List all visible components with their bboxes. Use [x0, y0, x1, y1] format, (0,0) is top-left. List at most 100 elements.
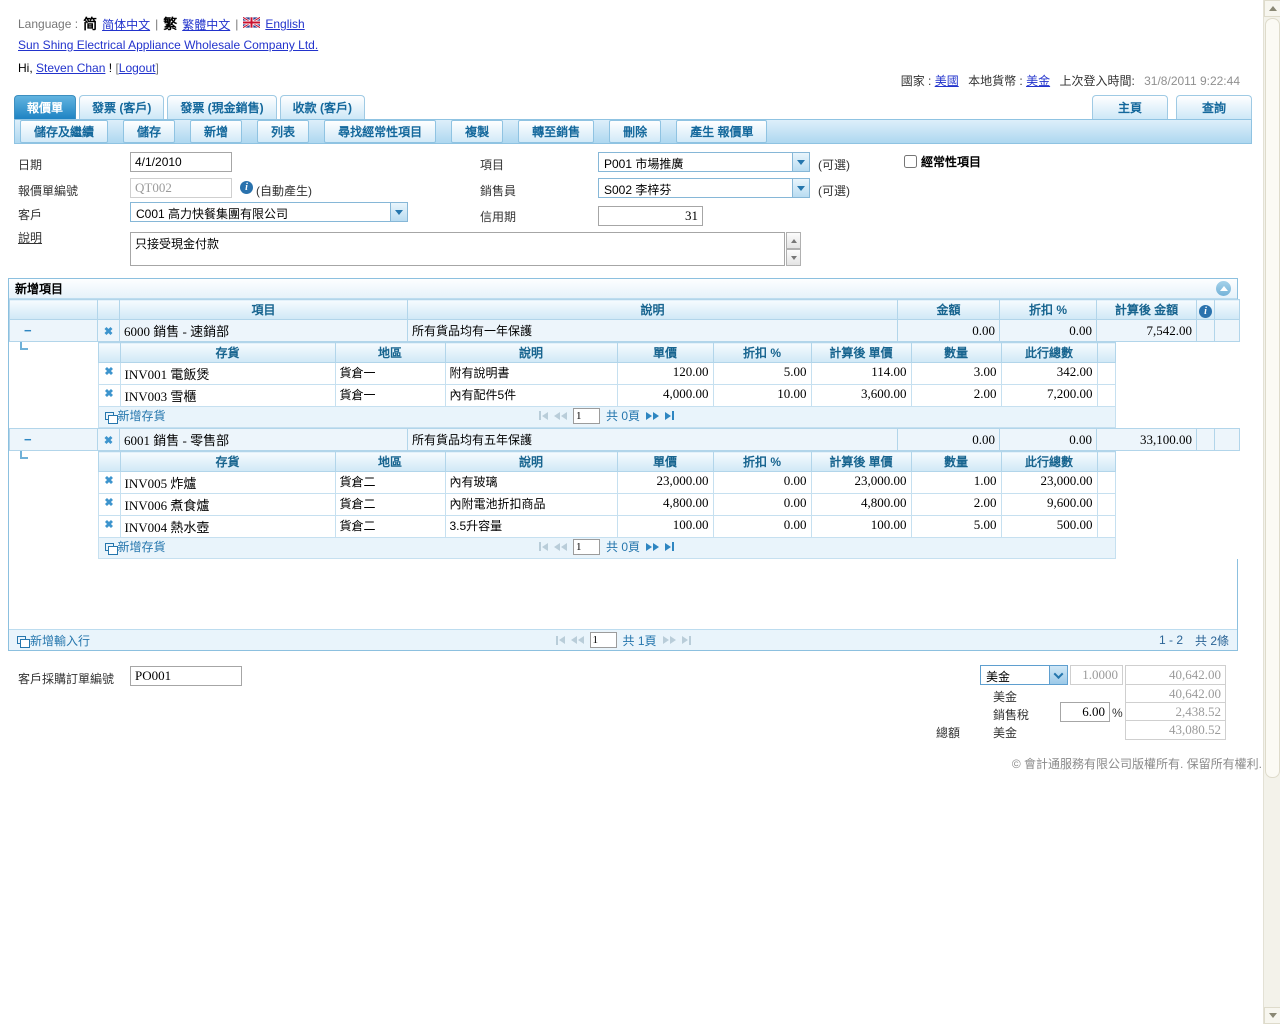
generate-quotation-button[interactable]: 產生 報價單 — [676, 120, 767, 143]
desc-cell: 3.5升容量 — [445, 516, 617, 538]
add-button[interactable]: 新增 — [190, 120, 242, 143]
group-calc-amount: 33,100.00 — [1097, 429, 1197, 451]
next-page-icon[interactable] — [663, 636, 676, 644]
stock-row: INV006 煮食爐 貨倉二 內附電池折扣商品 4,800.00 0.00 4,… — [98, 494, 1115, 516]
scroll-down-icon[interactable] — [1264, 1007, 1280, 1024]
total-cell: 500.00 — [1001, 516, 1097, 538]
info-icon[interactable] — [1199, 305, 1212, 318]
first-page-icon[interactable] — [539, 542, 548, 551]
quote-no-input — [130, 178, 232, 198]
salesman-combobox[interactable]: S002 李梓芬 — [598, 178, 810, 198]
lang-english-link[interactable]: English — [265, 17, 304, 31]
next-page-icon[interactable] — [646, 543, 659, 551]
po-number-input[interactable] — [130, 666, 242, 686]
currency-select[interactable]: 美金 — [980, 665, 1068, 685]
last-page-icon[interactable] — [665, 411, 674, 420]
delete-stock-icon[interactable] — [103, 496, 116, 509]
user-link[interactable]: Steven Chan — [36, 61, 105, 75]
tab-quotation[interactable]: 報價單 — [14, 95, 76, 119]
salesman-optional-hint: (可選) — [818, 182, 850, 199]
header-stock: 存貨 — [120, 343, 335, 363]
auto-generate-hint: (自動產生) — [256, 182, 312, 199]
lang-simplified-link[interactable]: 简体中文 — [102, 16, 150, 33]
greeting-excl: ! — [109, 61, 112, 75]
collapse-group-icon[interactable] — [14, 323, 32, 338]
first-page-icon[interactable] — [556, 636, 565, 645]
prev-page-icon[interactable] — [554, 543, 567, 551]
prev-page-icon[interactable] — [571, 636, 584, 644]
save-and-continue-button[interactable]: 儲存及繼續 — [20, 120, 108, 143]
group-discount: 0.00 — [1000, 320, 1097, 342]
delete-stock-icon[interactable] — [103, 474, 116, 487]
quote-no-info-icon[interactable] — [240, 181, 253, 194]
simplified-abbr: 简 — [83, 14, 97, 34]
scroll-up-icon[interactable] — [1264, 0, 1280, 17]
local-currency-link[interactable]: 美金 — [1026, 74, 1050, 88]
price-cell: 23,000.00 — [617, 472, 713, 494]
scrollbar-thumb[interactable] — [1265, 18, 1280, 778]
lang-traditional-link[interactable]: 繁體中文 — [182, 16, 230, 33]
description-textarea[interactable]: 只接受現金付款 — [130, 232, 785, 266]
delete-group-icon[interactable] — [102, 325, 115, 338]
spinner-up-icon[interactable] — [786, 232, 801, 249]
items-panel-title: 新增項目 — [15, 280, 63, 297]
tab-invoice-cash[interactable]: 發票 (現金銷售) — [167, 95, 276, 119]
to-sales-button[interactable]: 轉至銷售 — [518, 120, 594, 143]
stock-row: INV005 炸爐 貨倉二 內有玻璃 23,000.00 0.00 23,000… — [98, 472, 1115, 494]
delete-group-icon[interactable] — [102, 434, 115, 447]
logout-link[interactable]: Logout — [119, 61, 156, 75]
greeting-prefix: Hi, — [18, 61, 33, 75]
credit-period-input[interactable] — [598, 206, 703, 226]
tab-invoice-customer[interactable]: 發票 (客戶) — [79, 95, 164, 119]
delete-button[interactable]: 刪除 — [609, 120, 661, 143]
tab-receipt-customer[interactable]: 收款 (客戶) — [280, 95, 365, 119]
project-combobox[interactable]: P001 市場推廣 — [598, 152, 810, 172]
next-page-icon[interactable] — [646, 412, 659, 420]
first-page-icon[interactable] — [539, 411, 548, 420]
header-calc-unit-price: 計算後 單價 — [811, 452, 911, 472]
company-link[interactable]: Sun Shing Electrical Appliance Wholesale… — [18, 38, 318, 52]
page-input[interactable] — [590, 632, 617, 648]
save-button[interactable]: 儲存 — [123, 120, 175, 143]
add-stock-link[interactable]: 新增存貨 — [105, 538, 166, 555]
home-button[interactable]: 主頁 — [1092, 95, 1168, 119]
collapse-panel-icon[interactable] — [1216, 281, 1231, 296]
language-label: Language : — [18, 17, 78, 31]
salesman-dropdown-icon[interactable] — [792, 179, 809, 197]
page-count-label: 共 1頁 — [623, 632, 657, 649]
add-entry-row-link[interactable]: 新增輸入行 — [17, 632, 90, 649]
tax-rate-input[interactable] — [1060, 702, 1110, 722]
last-page-icon[interactable] — [682, 636, 691, 645]
currency-dropdown-icon[interactable] — [1049, 666, 1067, 684]
page-input[interactable] — [573, 408, 600, 424]
recurring-item-checkbox[interactable] — [904, 155, 917, 168]
stock-header-row: 存貨 地區 說明 單價 折扣 % 計算後 單價 數量 此行總數 — [98, 452, 1115, 472]
project-dropdown-icon[interactable] — [792, 153, 809, 171]
group-discount: 0.00 — [1000, 429, 1097, 451]
page-input[interactable] — [573, 539, 600, 555]
delete-stock-icon[interactable] — [103, 518, 116, 531]
prev-page-icon[interactable] — [554, 412, 567, 420]
add-stock-link[interactable]: 新增存貨 — [105, 407, 166, 424]
vertical-scrollbar[interactable] — [1263, 0, 1280, 1024]
last-page-icon[interactable] — [665, 542, 674, 551]
list-button[interactable]: 列表 — [257, 120, 309, 143]
sales-tax-label: 銷售稅 — [993, 706, 1029, 723]
customer-combobox[interactable]: C001 高力快餐集團有限公司 — [130, 202, 408, 222]
group-detail-row: 存貨 地區 說明 單價 折扣 % 計算後 單價 數量 此行總數 — [10, 451, 1240, 560]
customer-dropdown-icon[interactable] — [390, 203, 407, 221]
find-recurring-button[interactable]: 尋找經常性項目 — [324, 120, 436, 143]
copy-button[interactable]: 複製 — [451, 120, 503, 143]
delete-stock-icon[interactable] — [103, 387, 116, 400]
project-label: 項目 — [480, 156, 504, 173]
page: Language : 简 简体中文 | 繁 繁體中文 | English Sun… — [0, 0, 1280, 1024]
description-link[interactable]: 說明 — [18, 229, 42, 246]
date-input[interactable] — [130, 152, 232, 172]
country-link[interactable]: 美國 — [935, 74, 959, 88]
inquiry-button[interactable]: 查詢 — [1176, 95, 1252, 119]
collapse-group-icon[interactable] — [14, 432, 32, 447]
delete-stock-icon[interactable] — [103, 365, 116, 378]
spinner-down-icon[interactable] — [786, 249, 801, 266]
discount-cell: 0.00 — [713, 516, 811, 538]
project-value: P001 市場推廣 — [599, 153, 792, 171]
